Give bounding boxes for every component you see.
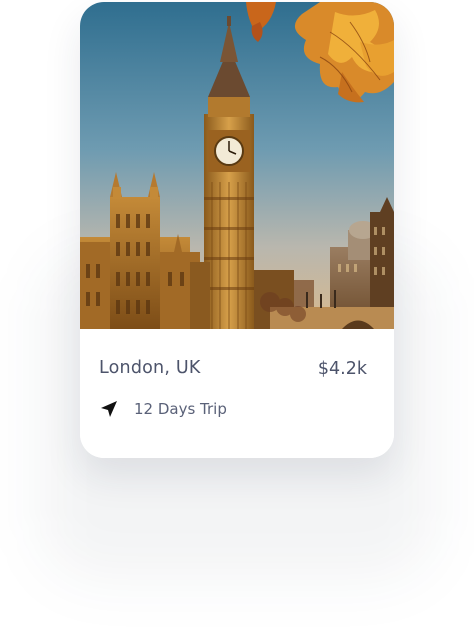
destination-card[interactable]: London, UK $4.2k 12 Days Trip (80, 2, 394, 458)
navigation-arrow-icon (99, 399, 119, 419)
page: London, UK $4.2k 12 Days Trip (0, 0, 474, 639)
destination-photo (80, 2, 394, 329)
trip-duration-row: 12 Days Trip (99, 398, 227, 420)
card-info: London, UK $4.2k 12 Days Trip (80, 329, 394, 458)
price-label: $4.2k (317, 359, 367, 379)
location-label: London, UK (99, 358, 201, 378)
trip-duration-label: 12 Days Trip (134, 400, 227, 418)
